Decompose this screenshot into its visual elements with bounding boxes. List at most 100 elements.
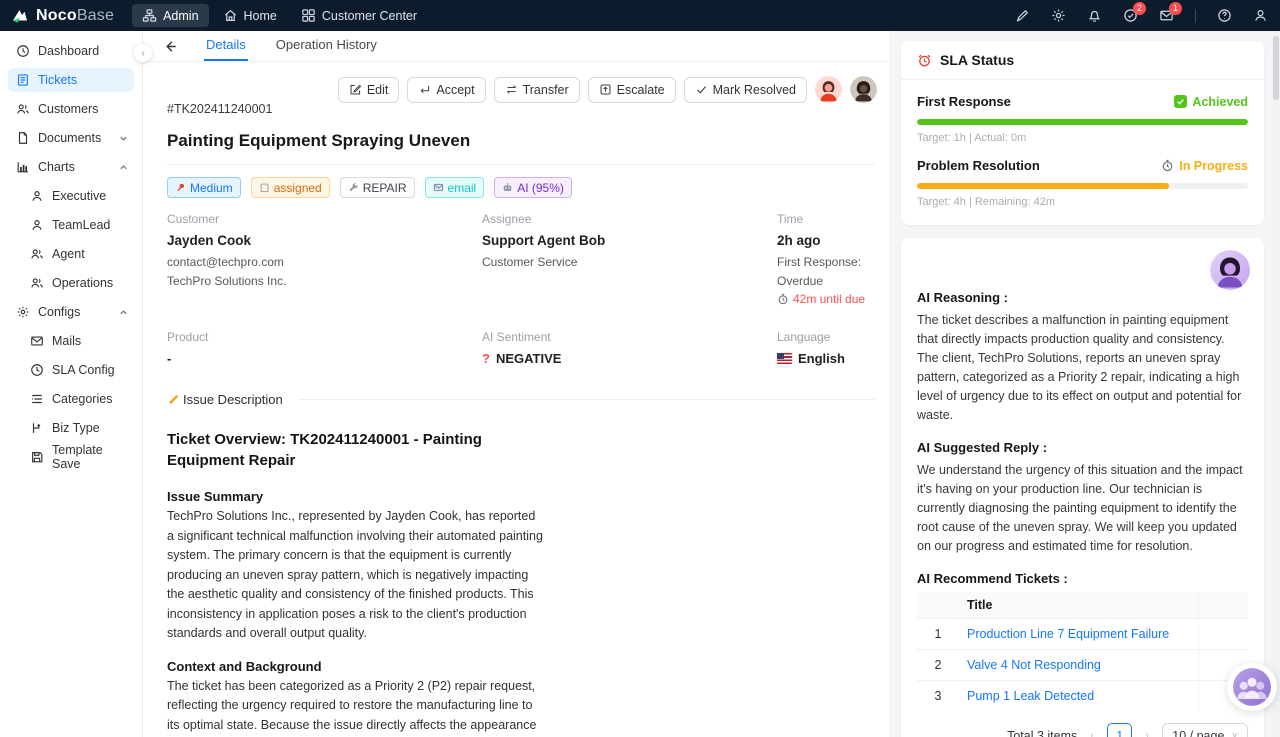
product-value: - <box>167 351 172 367</box>
sidebar-item-dashboard[interactable]: Dashboard <box>8 39 134 63</box>
stopwatch-icon <box>1162 159 1173 172</box>
tag-label: AI (95%) <box>517 180 564 195</box>
sla-status-card: SLA Status First Response Achieved Targe… <box>901 41 1264 225</box>
enter-icon <box>420 85 430 94</box>
mail-icon-wrap[interactable]: 1 <box>1159 2 1182 23</box>
next-page-arrow[interactable]: › <box>1140 730 1154 737</box>
tab-details[interactable]: Details <box>204 31 248 61</box>
transfer-button[interactable]: Transfer <box>493 76 580 103</box>
sidebar-item-customers[interactable]: Customers <box>8 97 134 121</box>
escalate-button[interactable]: Escalate <box>587 76 676 103</box>
branch-icon <box>32 423 41 433</box>
home-icon <box>224 9 236 21</box>
ai-confidence-tag[interactable]: AI (95%) <box>494 177 572 198</box>
stopwatch-icon <box>778 294 788 305</box>
assignee-name: Support Agent Bob <box>482 233 606 248</box>
edit-icon <box>350 84 362 95</box>
sidebar-item-documents[interactable]: Documents <box>8 126 134 150</box>
ticket-link[interactable]: Valve 4 Not Responding <box>967 658 1101 672</box>
accept-button[interactable]: Accept <box>407 76 486 103</box>
person-icon <box>32 191 42 201</box>
empty-column-header <box>1197 592 1248 619</box>
table-row: 2 Valve 4 Not Responding <box>917 649 1248 681</box>
tag-label: email <box>447 180 477 195</box>
sidebar-item-categories[interactable]: Categories <box>8 387 134 411</box>
field-language: Language English <box>777 330 875 366</box>
assignee-team: Customer Service <box>482 255 578 269</box>
top-navbar: NocoBase Admin Home Customer Center 2 1 <box>0 0 1280 31</box>
floating-contacts-widget[interactable] <box>1227 663 1277 711</box>
button-label: Escalate <box>616 82 665 97</box>
priority-tag[interactable]: Medium <box>167 177 241 198</box>
table-row: 3 Pump 1 Leak Detected <box>917 680 1248 711</box>
agent-avatar-2[interactable] <box>850 76 877 103</box>
sidebar-item-label: SLA Config <box>52 363 115 377</box>
bell-icon[interactable] <box>1087 8 1102 23</box>
row-index: 3 <box>917 680 959 711</box>
chevron-up-icon <box>120 309 127 314</box>
category-tag[interactable]: REPAIR <box>339 177 415 198</box>
sidebar-item-agent[interactable]: Agent <box>8 242 134 266</box>
sidebar-item-template-save[interactable]: Template Save <box>8 443 134 471</box>
channel-tag[interactable]: email <box>424 177 485 198</box>
sla-progress-track <box>917 183 1248 189</box>
ticket-link[interactable]: Production Line 7 Equipment Failure <box>967 627 1169 641</box>
agent-avatar[interactable] <box>815 76 842 103</box>
description-subheading: Issue Summary <box>167 489 264 505</box>
edit-button[interactable]: Edit <box>337 76 400 103</box>
customer-company: TechPro Solutions Inc. <box>167 273 287 288</box>
gear-icon[interactable] <box>1051 8 1066 23</box>
row-index: 1 <box>917 618 959 650</box>
sla-progress-track <box>917 119 1248 125</box>
nav-item-customer-center[interactable]: Customer Center <box>291 4 427 27</box>
highlighter-icon[interactable] <box>1015 8 1030 23</box>
user-icon[interactable] <box>1253 8 1268 23</box>
status-tag[interactable]: assigned <box>250 177 330 198</box>
scrollbar-thumb[interactable] <box>1273 36 1279 100</box>
tab-operation-history[interactable]: Operation History <box>274 31 379 61</box>
field-customer: Customer Jayden Cook contact@techpro.com… <box>167 212 482 306</box>
page-number[interactable]: 1 <box>1107 723 1133 737</box>
sidebar-item-charts[interactable]: Charts <box>8 155 134 179</box>
section-title: Issue Description <box>183 392 283 408</box>
page-scrollbar[interactable] <box>1272 31 1280 737</box>
sidebar-collapse-handle[interactable]: ‹ <box>134 44 152 62</box>
sidebar-item-configs[interactable]: Configs <box>8 300 134 324</box>
back-arrow-icon[interactable] <box>163 39 178 54</box>
nav-item-admin[interactable]: Admin <box>132 4 209 27</box>
org-chart-icon <box>142 9 157 22</box>
nocobase-logo[interactable]: NocoBase <box>10 6 114 26</box>
page-size-select[interactable]: 10 / page ∨ <box>1162 723 1248 737</box>
table-pagination: Total 3 items ‹ 1 › 10 / page ∨ <box>917 723 1248 737</box>
email-icon <box>433 183 443 192</box>
logo-text: NocoBase <box>36 6 115 24</box>
list-icon <box>32 394 42 404</box>
sidebar-item-operations[interactable]: Operations <box>8 271 134 295</box>
ai-insights-card: AI Reasoning : The ticket describes a ma… <box>901 238 1264 737</box>
nav-item-label: Admin <box>163 8 199 23</box>
navbar-divider <box>1195 8 1196 23</box>
ticket-link[interactable]: Pump 1 Leak Detected <box>967 689 1094 703</box>
sidebar-item-label: Categories <box>52 392 113 406</box>
pagination-total: Total 3 items <box>1007 728 1078 737</box>
sidebar-item-sla-config[interactable]: SLA Config <box>8 358 134 382</box>
sidebar-item-biz-type[interactable]: Biz Type <box>8 416 134 440</box>
description-subheading: Context and Background <box>167 658 322 674</box>
sidebar-item-teamlead[interactable]: TeamLead <box>8 213 134 237</box>
sla-progress-fill <box>917 183 1169 189</box>
chevron-down-icon: ∨ <box>1231 730 1238 737</box>
group-avatar <box>1233 668 1271 706</box>
help-icon[interactable] <box>1217 8 1232 23</box>
button-label: Edit <box>366 82 389 97</box>
field-label: Product <box>167 330 209 345</box>
prev-page-arrow[interactable]: ‹ <box>1085 730 1099 737</box>
sidebar-item-executive[interactable]: Executive <box>8 184 134 208</box>
sidebar-item-tickets[interactable]: Tickets <box>8 68 134 92</box>
nav-item-home[interactable]: Home <box>213 4 287 27</box>
tasks-icon-wrap[interactable]: 2 <box>1123 2 1146 23</box>
sidebar-item-mails[interactable]: Mails <box>8 329 134 353</box>
field-label: Language <box>777 330 831 345</box>
people-icon <box>31 249 43 259</box>
mark-resolved-button[interactable]: Mark Resolved <box>683 76 807 103</box>
sla-target-text: Target: 4h | Remaining: 42m <box>917 196 1055 208</box>
